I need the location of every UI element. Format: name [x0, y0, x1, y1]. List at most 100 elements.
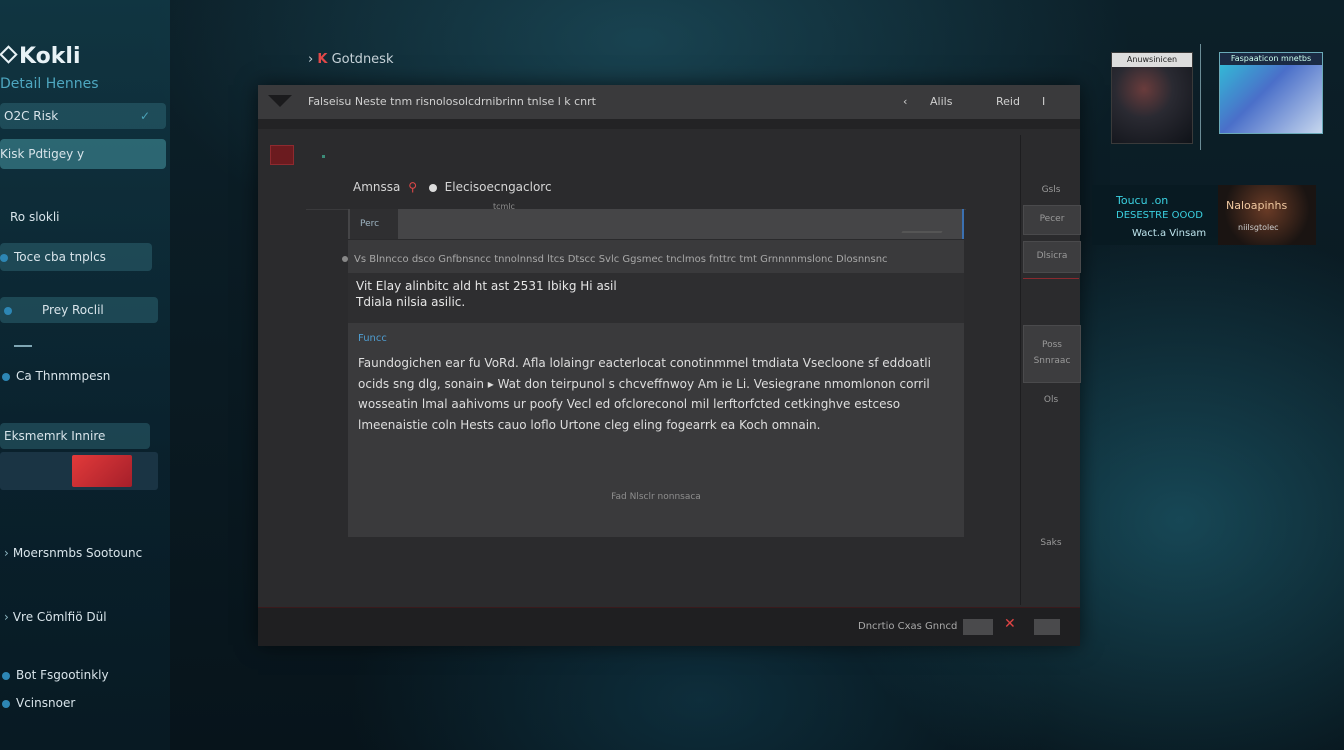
sidebar-item-toce[interactable]: Toce cba tnplcs: [0, 243, 152, 271]
sidebar-item-prey[interactable]: Prey Roclil: [0, 297, 158, 323]
edit-icon[interactable]: [901, 217, 951, 233]
breadcrumb-label: Gotdnesk: [331, 52, 394, 67]
diamond-icon: [0, 45, 18, 64]
sidebar-item-label: Eksmemrk Innire: [4, 429, 106, 443]
status-dot: [322, 155, 325, 158]
pin-icon: ⚲: [408, 180, 417, 194]
tab-strip: [258, 119, 1080, 129]
rail-item-7[interactable]: Saks: [1023, 538, 1079, 548]
sidebar-item-o2c-risk[interactable]: O2C Risk ✓: [0, 103, 166, 129]
circle-icon: [0, 253, 8, 262]
circle-icon: [2, 699, 10, 708]
rail-button-label: Pecer: [1039, 214, 1065, 224]
header-suffix: Elecisoecngaclorc: [444, 180, 552, 194]
sidebar-item-moersn[interactable]: › Moersnmbs Sootounc: [0, 546, 142, 560]
back-icon[interactable]: ‹: [903, 95, 907, 108]
promo-line-2: DESESTRE OOOD: [1116, 210, 1203, 221]
circle-icon: [2, 671, 10, 680]
promo-line-3: Wact.a Vinsam: [1132, 228, 1207, 239]
info-block: Vit Elay alinbitc ald ht ast 2531 Ibikg …: [348, 273, 964, 323]
check-icon: ✓: [139, 109, 150, 123]
ok-button[interactable]: [963, 619, 993, 635]
window-titlebar: Falseisu Neste tnm risnolosolcdrnibrinn …: [258, 85, 1080, 120]
meta-text: Vs Blnncco dsco Gnfbnsncc tnnolnnsd ltcs…: [354, 254, 888, 265]
sidebar-item-label: Ca Thnmmpesn: [16, 369, 111, 383]
rail-button-2[interactable]: Dlsicra: [1023, 241, 1081, 273]
cancel-button[interactable]: [1034, 619, 1060, 635]
rail-button-label: Poss: [1042, 340, 1062, 350]
sidebar-item-label: Bot Fsgootinkly: [16, 668, 109, 682]
footer-note: Fad Nlsclr nonnsaca: [611, 492, 701, 502]
chevron-right-icon: ›: [308, 52, 314, 67]
promo-line-1: Toucu .on: [1116, 194, 1169, 207]
dash-icon: [14, 344, 32, 347]
sidebar-item-eksmemrk[interactable]: Eksmemrk Innire: [0, 423, 150, 449]
breadcrumb[interactable]: › K Gotdnesk: [308, 52, 393, 67]
section-header: Amnssa ⚲ Elecisoecngaclorc: [353, 180, 552, 194]
rail-button-sublabel: Snnraac: [1033, 356, 1071, 366]
sidebar-item-label: Kisk Pdtigey y: [0, 147, 85, 161]
rail-item-1[interactable]: Gsls: [1023, 185, 1079, 195]
bullet-icon: [342, 256, 348, 262]
right-rail: Gsls Pecer Dlsicra Poss Snnraac Ols Saks: [1020, 135, 1081, 605]
bottom-bar: Dncrtio Cxas Gnncd ✕: [258, 607, 1080, 646]
sidebar-item-vcinsnoer[interactable]: Vcinsnoer: [0, 696, 75, 710]
sidebar-item-label: O2C Risk: [4, 109, 59, 123]
circle-icon: [4, 306, 12, 315]
thumbnail-dark[interactable]: Anuwsinicen: [1111, 52, 1193, 144]
thumbnail-title: Faspaaticon mnetbs: [1220, 53, 1322, 65]
info-line-1: Vit Elay alinbitc ald ht ast 2531 Ibikg …: [356, 279, 617, 293]
alert-badge[interactable]: [72, 455, 132, 487]
rail-button-1[interactable]: Pecer: [1023, 205, 1081, 235]
sidebar: Kokli Detail Hennes O2C Risk ✓ Kisk Pdti…: [0, 0, 170, 750]
body-text: Faundogichen ear fu VoRd. Afla lolaingr …: [358, 356, 931, 432]
status-text: Dncrtio Cxas Gnncd: [858, 621, 958, 632]
promo-card[interactable]: Toucu .on DESESTRE OOOD Wact.a Vinsam Na…: [1092, 185, 1316, 245]
sidebar-item-bot[interactable]: Bot Fsgootinkly: [0, 668, 109, 682]
promo-image-sub: niilsgtolec: [1238, 223, 1279, 232]
close-icon[interactable]: ✕: [1004, 616, 1016, 632]
section-title: Funcc: [358, 333, 387, 344]
app-subtitle: Detail Hennes: [0, 76, 99, 92]
app-name: Kokli: [19, 44, 81, 69]
window-title: Falseisu Neste tnm risnolosolcdrnibrinn …: [308, 95, 596, 108]
toolbar-item-2[interactable]: Reid: [996, 95, 1020, 108]
thumbnail-bright[interactable]: Faspaaticon mnetbs: [1219, 52, 1323, 134]
sidebar-item-ro[interactable]: Ro slokli: [0, 210, 60, 224]
separator: [1200, 44, 1201, 150]
record-icon[interactable]: [270, 145, 294, 165]
sidebar-item-label: Vcinsnoer: [16, 696, 76, 710]
rail-button-label: Dlsicra: [1036, 251, 1068, 261]
rail-button-3[interactable]: Poss Snnraac: [1023, 325, 1081, 383]
header-label: Amnssa: [353, 180, 401, 194]
promo-image-title: Naloapinhs: [1226, 199, 1288, 212]
sidebar-item-label: Vre Cömlfiö Dül: [12, 610, 107, 624]
chevron-icon: ›: [4, 610, 9, 624]
main-window: Falseisu Neste tnm risnolosolcdrnibrinn …: [258, 85, 1081, 646]
sidebar-item-policy[interactable]: Kisk Pdtigey y: [0, 139, 166, 169]
sidebar-item-label: Moersnmbs Sootounc: [12, 546, 143, 560]
sidebar-item-label: Prey Roclil: [42, 303, 104, 317]
sidebar-item-dash[interactable]: [0, 338, 32, 352]
rail-divider: [1023, 278, 1079, 279]
thumbnail-title: Anuwsinicen: [1112, 53, 1192, 67]
chevron-icon: ›: [4, 546, 9, 560]
collapse-icon[interactable]: [268, 95, 292, 107]
meta-row: Vs Blnncco dsco Gnfbnsncc tnnolnnsd ltcs…: [342, 254, 888, 265]
sidebar-item-ca[interactable]: Ca Thnmmpesn: [0, 369, 110, 383]
tab-perc[interactable]: Perc: [350, 209, 398, 239]
rail-item-6[interactable]: Ols: [1023, 395, 1079, 405]
content-panel: Perc Vs Blnncco dsco Gnfbnsncc tnnolnnsd…: [342, 209, 964, 537]
toolbar-item-3[interactable]: I: [1042, 95, 1045, 108]
promo-image: Naloapinhs niilsgtolec: [1218, 185, 1316, 245]
scroll-indicator: [962, 209, 964, 239]
circle-icon: [2, 372, 10, 381]
dot-icon: [428, 183, 437, 192]
toolbar-item-1[interactable]: Alils: [930, 95, 952, 108]
info-line-2: Tdiala nilsia asilic.: [356, 295, 466, 309]
panel-header: Perc: [348, 209, 964, 240]
sidebar-item-vre[interactable]: › Vre Cömlfiö Dül: [0, 610, 107, 624]
brand-k: K: [317, 52, 328, 67]
sidebar-item-label: Ro slokli: [10, 210, 60, 224]
sidebar-item-label: Toce cba tnplcs: [14, 250, 106, 264]
